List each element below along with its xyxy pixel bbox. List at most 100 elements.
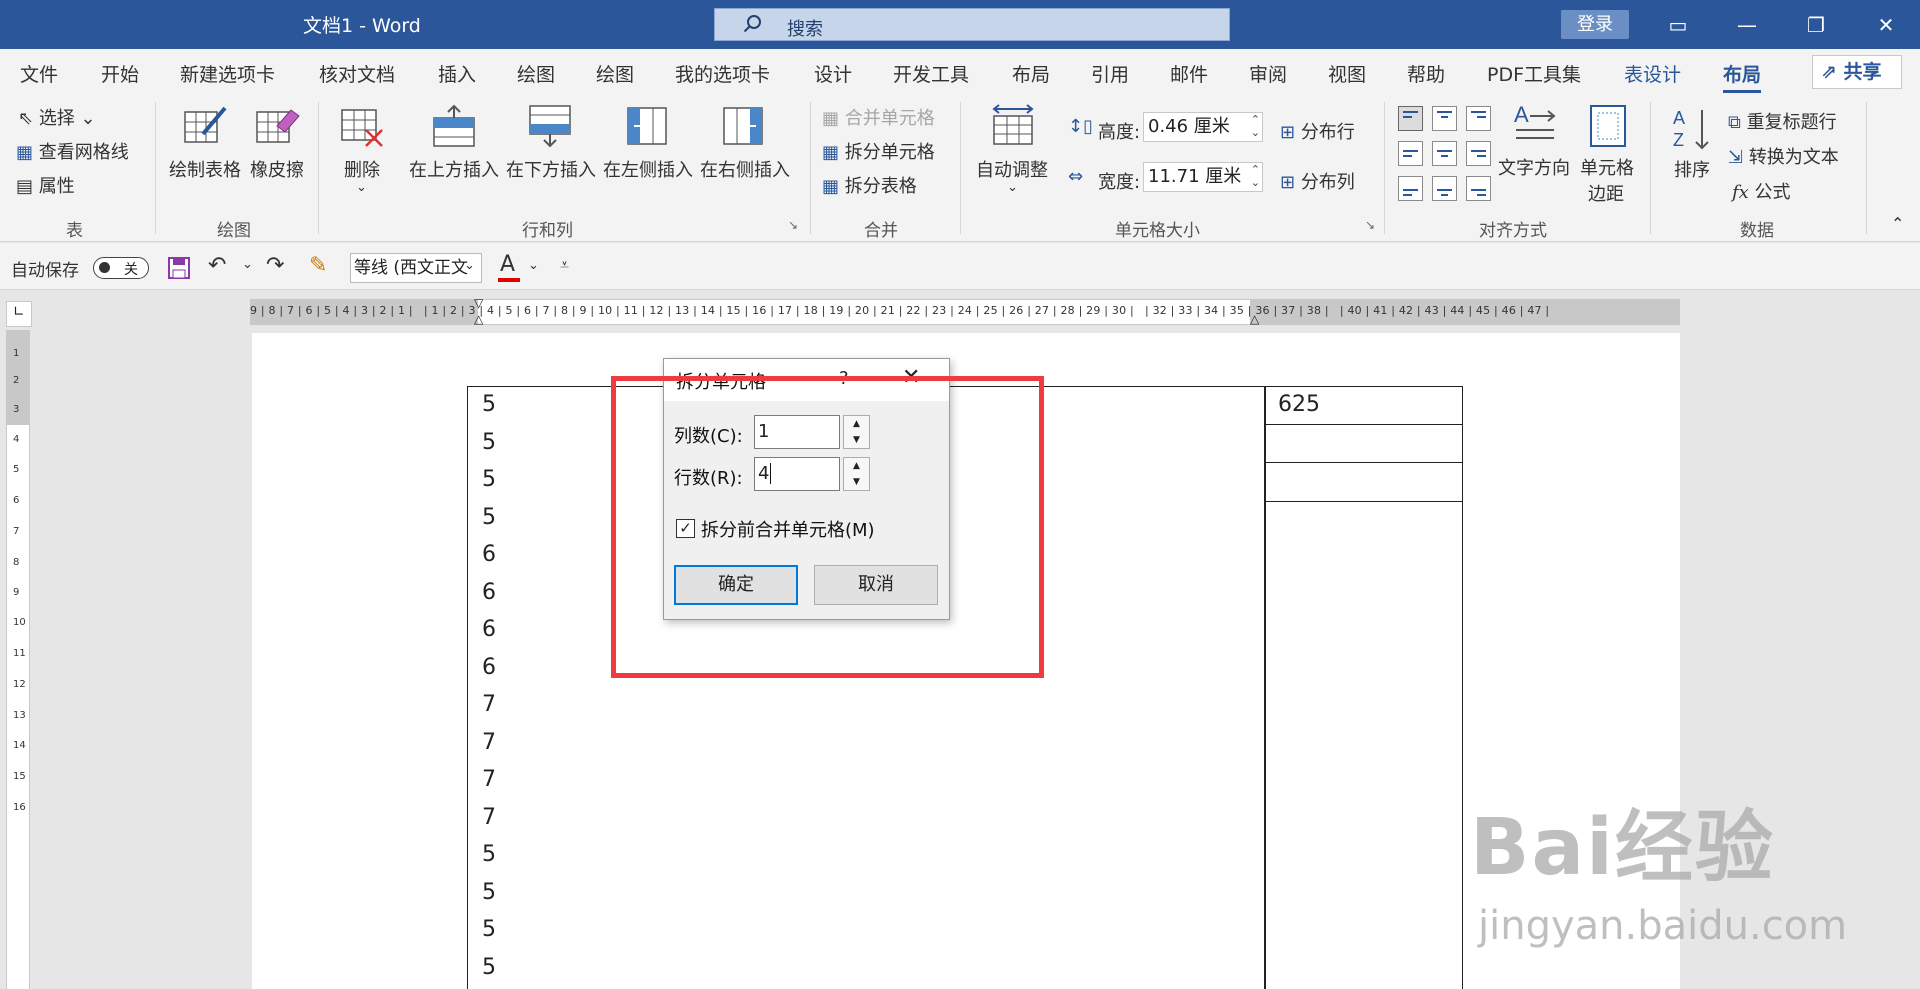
align-top-center-button[interactable] xyxy=(1432,106,1457,131)
align-middle-center-button[interactable] xyxy=(1432,141,1457,166)
tab-home[interactable]: 开始 xyxy=(101,60,139,87)
search-box[interactable]: 搜索 xyxy=(714,8,1230,41)
align-bottom-center-button[interactable] xyxy=(1432,176,1457,201)
align-middle-right-button[interactable] xyxy=(1466,141,1491,166)
login-button[interactable]: 登录 xyxy=(1561,10,1629,39)
table-cell[interactable] xyxy=(1264,463,1463,502)
eraser-button[interactable]: 橡皮擦 xyxy=(250,156,304,182)
insert-above-button[interactable]: 在上方插入 xyxy=(409,156,499,182)
dialog-launcher-icon[interactable]: ↘ xyxy=(1365,218,1375,232)
restore-icon[interactable]: ❐ xyxy=(1796,8,1836,42)
insert-below-button[interactable]: 在下方插入 xyxy=(506,156,596,182)
tab-pdf-tools[interactable]: PDF工具集 xyxy=(1487,60,1581,87)
tab-references[interactable]: 引用 xyxy=(1091,60,1129,87)
split-table-button[interactable]: ▦ 拆分表格 xyxy=(822,172,917,198)
tab-file[interactable]: 文件 xyxy=(20,60,58,87)
ribbon-display-options-icon[interactable]: ▭ xyxy=(1658,8,1698,42)
ruler-number: 12 xyxy=(13,679,26,690)
hanging-indent-marker[interactable]: △ xyxy=(474,312,483,326)
formula-button[interactable]: fx 公式 xyxy=(1732,178,1791,204)
cell-value: 5 xyxy=(482,842,496,867)
right-indent-marker[interactable]: △ xyxy=(1250,312,1259,326)
autosave-toggle[interactable]: 关 xyxy=(93,257,149,279)
minimize-icon[interactable]: — xyxy=(1727,8,1767,42)
draw-table-button[interactable]: 绘制表格 xyxy=(169,156,241,182)
format-painter-icon[interactable]: ✎ xyxy=(309,253,327,278)
tab-review[interactable]: 审阅 xyxy=(1249,60,1287,87)
properties-button[interactable]: ▤ 属性 xyxy=(16,172,75,198)
width-input[interactable]: 11.71 厘米 ⌃ ⌄ xyxy=(1143,162,1263,192)
horizontal-ruler[interactable]: 9 | 8 | 7 | 6 | 5 | 4 | 3 | 2 | 1 | | 1 … xyxy=(250,296,1680,326)
table-cell[interactable] xyxy=(1264,425,1463,463)
select-button[interactable]: ⇖ 选择 ⌄ xyxy=(18,104,96,130)
cell-value: 5 xyxy=(482,917,496,942)
group-label-rows-cols: 行和列 xyxy=(522,221,573,241)
first-line-indent-marker[interactable]: ▽ xyxy=(474,296,483,310)
tab-draw-2[interactable]: 绘图 xyxy=(596,60,634,87)
dialog-launcher-icon[interactable]: ↘ xyxy=(788,218,798,232)
tab-view[interactable]: 视图 xyxy=(1328,60,1366,87)
tab-proofread[interactable]: 核对文档 xyxy=(319,60,395,87)
distribute-columns-button[interactable]: ⊞ 分布列 xyxy=(1280,168,1355,194)
text-direction-icon: A xyxy=(1514,102,1556,139)
view-gridlines-button[interactable]: ▦ 查看网格线 xyxy=(16,138,129,164)
cell-value: 5 xyxy=(482,880,496,905)
chevron-down-icon[interactable]: ⌄ xyxy=(1007,180,1018,195)
stepper-icon[interactable]: ⌃ ⌄ xyxy=(1251,163,1260,189)
distribute-rows-button[interactable]: ⊞ 分布行 xyxy=(1280,118,1355,144)
chevron-down-icon[interactable]: ⌄ xyxy=(528,258,539,273)
repeat-header-rows-button[interactable]: ⧉ 重复标题行 xyxy=(1728,108,1837,134)
align-bottom-left-button[interactable] xyxy=(1398,176,1423,201)
group-separator xyxy=(1866,102,1867,234)
collapse-ribbon-icon[interactable]: ⌃ xyxy=(1891,214,1904,233)
cell-margins-button[interactable]: 单元格 边距 xyxy=(1580,154,1634,206)
customize-qat-icon[interactable]: ⩡ xyxy=(560,255,569,275)
svg-text:A: A xyxy=(1673,108,1685,128)
chevron-down-icon[interactable]: ⌄ xyxy=(464,258,475,273)
tab-layout[interactable]: 布局 xyxy=(1012,60,1050,87)
height-input[interactable]: 0.46 厘米 ⌃ ⌄ xyxy=(1143,112,1263,142)
convert-to-text-button[interactable]: ⇲ 转换为文本 xyxy=(1728,143,1839,169)
autofit-button[interactable]: 自动调整 xyxy=(976,156,1048,182)
delete-button[interactable]: 删除 xyxy=(344,156,380,182)
tab-my-tab[interactable]: 我的选项卡 xyxy=(675,60,770,87)
redo-icon[interactable]: ↷ xyxy=(266,253,284,278)
tab-mailings[interactable]: 邮件 xyxy=(1170,60,1208,87)
chevron-down-icon[interactable]: ⌄ xyxy=(242,257,253,272)
text-direction-button[interactable]: 文字方向 xyxy=(1498,154,1570,180)
save-icon[interactable] xyxy=(167,256,191,280)
align-middle-left-button[interactable] xyxy=(1398,141,1423,166)
cell-value: 7 xyxy=(482,767,496,792)
align-bottom-right-button[interactable] xyxy=(1466,176,1491,201)
chevron-down-icon[interactable]: ⌄ xyxy=(356,180,367,195)
tab-table-design[interactable]: 表设计 xyxy=(1624,60,1681,87)
insert-left-icon xyxy=(627,107,667,145)
stepper-icon[interactable]: ⌃ ⌄ xyxy=(1251,113,1260,139)
insert-left-button[interactable]: 在左侧插入 xyxy=(603,156,693,182)
tab-table-layout[interactable]: 布局 xyxy=(1723,60,1762,93)
font-color-icon[interactable]: A xyxy=(500,252,515,277)
align-top-left-button[interactable] xyxy=(1398,106,1423,131)
align-top-right-button[interactable] xyxy=(1466,106,1491,131)
tab-help[interactable]: 帮助 xyxy=(1407,60,1445,87)
window-title: 文档1 - Word xyxy=(303,15,421,37)
cell-value: 5 xyxy=(482,955,496,980)
tab-new-tab[interactable]: 新建选项卡 xyxy=(180,60,275,87)
font-name-dropdown[interactable]: 等线 (西文正文 xyxy=(350,253,482,283)
merge-cells-button[interactable]: ▦ 合并单元格 xyxy=(822,104,935,130)
distribute-rows-icon: ⊞ xyxy=(1280,122,1301,143)
tab-developer[interactable]: 开发工具 xyxy=(893,60,969,87)
close-icon[interactable]: ✕ xyxy=(1866,8,1906,42)
split-cells-button[interactable]: ▦ 拆分单元格 xyxy=(822,138,935,164)
insert-right-button[interactable]: 在右侧插入 xyxy=(700,156,790,182)
search-icon xyxy=(743,15,761,33)
undo-icon[interactable]: ↶ xyxy=(208,253,226,278)
sort-button[interactable]: 排序 xyxy=(1674,156,1710,182)
share-button[interactable]: ⇗ 共享 xyxy=(1812,55,1902,89)
vertical-ruler[interactable]: 1 2 3 4 5 6 7 8 9 10 11 12 13 14 15 16 xyxy=(6,330,30,989)
ruler-number: 6 xyxy=(13,495,20,506)
tab-design[interactable]: 设计 xyxy=(814,60,852,87)
tab-draw-1[interactable]: 绘图 xyxy=(517,60,555,87)
tab-selector[interactable]: ∟ xyxy=(6,301,32,327)
tab-insert[interactable]: 插入 xyxy=(438,60,476,87)
